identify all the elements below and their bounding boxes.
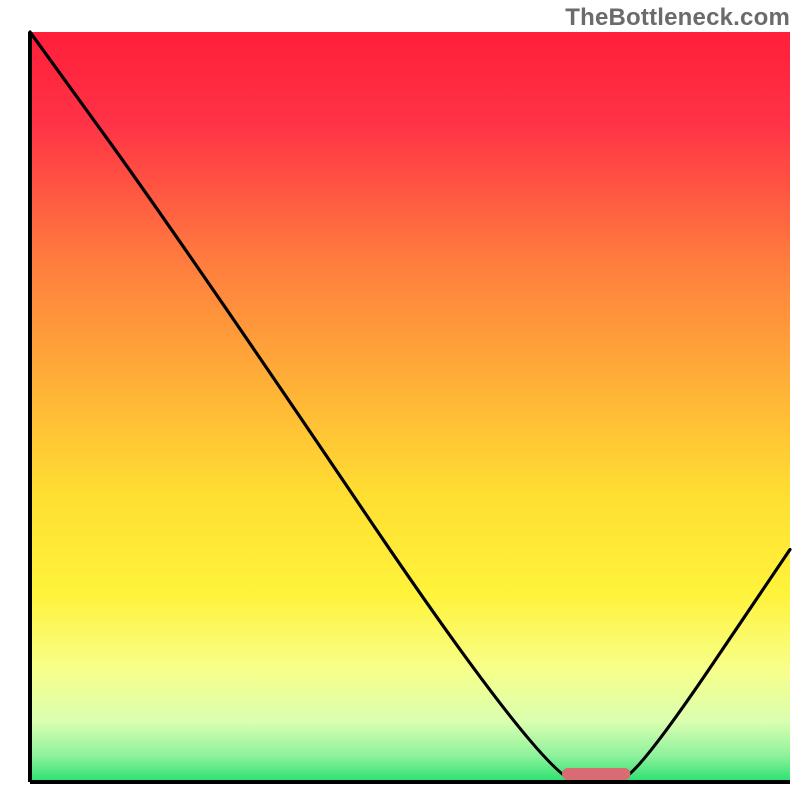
gradient-background [30, 32, 790, 782]
optimal-range-marker [562, 768, 630, 780]
chart-svg [0, 0, 800, 800]
bottleneck-chart: TheBottleneck.com [0, 0, 800, 800]
